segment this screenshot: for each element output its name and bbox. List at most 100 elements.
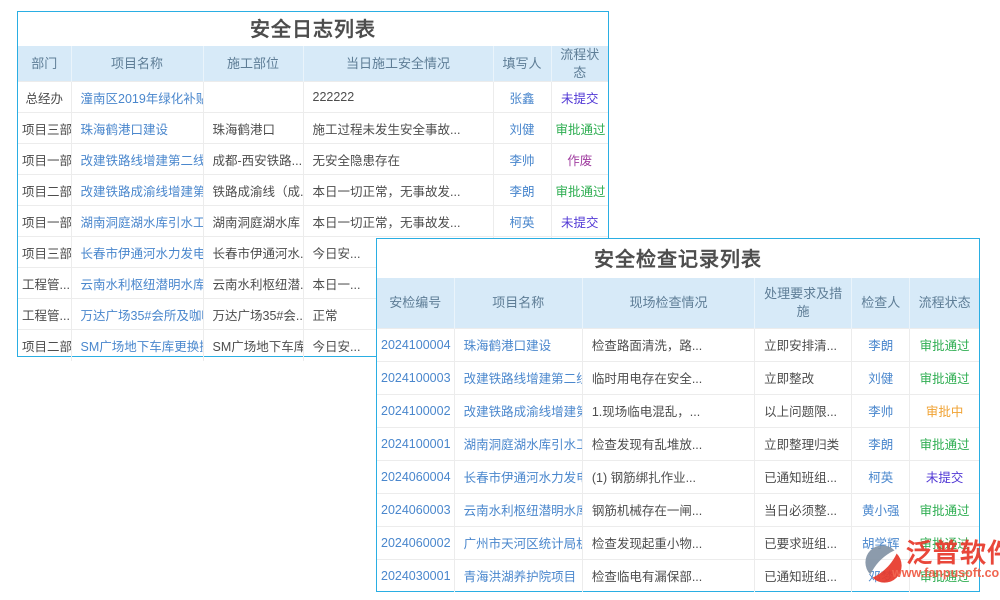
link-cell[interactable]: 张鑫 <box>493 82 551 113</box>
text-cell: 钢筋机械存在一闸... <box>582 493 754 526</box>
link-cell[interactable]: 2024100002 <box>377 394 454 427</box>
table-row[interactable]: 2024100003改建铁路线增建第二线...临时用电存在安全...立即整改刘健… <box>377 361 979 394</box>
text-cell: 立即安排清... <box>755 328 852 361</box>
text-cell: 1.现场临电混乱，... <box>582 394 754 427</box>
text-cell: (1) 钢筋绑扎作业... <box>582 460 754 493</box>
link-cell[interactable]: 珠海鹤港口建设 <box>71 113 203 144</box>
text-cell: 本日一切正常，无事故发... <box>303 206 493 237</box>
link-cell[interactable]: 2024060003 <box>377 493 454 526</box>
link-cell[interactable]: 青海洪湖养护院项目 <box>454 559 582 592</box>
text-cell: 检查临电有漏保部... <box>582 559 754 592</box>
text-cell: 临时用电存在安全... <box>582 361 754 394</box>
text-cell: 检查路面清洗，路... <box>582 328 754 361</box>
link-cell[interactable]: 改建铁路线增建第二线... <box>454 361 582 394</box>
column-header: 现场检查情况 <box>582 278 754 328</box>
text-cell <box>203 82 303 113</box>
column-header: 部门 <box>18 46 71 82</box>
table-row[interactable]: 2024060004长春市伊通河水力发电...(1) 钢筋绑扎作业...已通知班… <box>377 460 979 493</box>
link-cell[interactable]: 2024060002 <box>377 526 454 559</box>
text-cell: 当日必须整... <box>755 493 852 526</box>
link-cell[interactable]: SM广场地下车库更换摄... <box>71 330 203 361</box>
table-row[interactable]: 项目一部湖南洞庭湖水库引水工程...湖南洞庭湖水库本日一切正常，无事故发...柯… <box>18 206 608 237</box>
link-cell[interactable]: 2024100001 <box>377 427 454 460</box>
status-cell: 审批通过 <box>910 427 979 460</box>
text-cell: 铁路成渝线（成... <box>203 175 303 206</box>
link-cell[interactable]: 2024100003 <box>377 361 454 394</box>
safety-log-title: 安全日志列表 <box>18 12 608 46</box>
link-cell[interactable]: 李帅 <box>493 144 551 175</box>
link-cell[interactable]: 长春市伊通河水力发电... <box>454 460 582 493</box>
text-cell: 检查发现起重小物... <box>582 526 754 559</box>
table-row[interactable]: 2024060003云南水利枢纽潜明水库...钢筋机械存在一闸...当日必须整.… <box>377 493 979 526</box>
table-row[interactable]: 2024100001湖南洞庭湖水库引水工...检查发现有乱堆放...立即整理归类… <box>377 427 979 460</box>
link-cell[interactable]: 珠海鹤港口建设 <box>454 328 582 361</box>
table-row[interactable]: 项目三部珠海鹤港口建设珠海鹤港口施工过程未发生安全事故...刘健审批通过 <box>18 113 608 144</box>
status-cell: 未提交 <box>551 82 608 113</box>
text-cell: 项目三部 <box>18 113 71 144</box>
link-cell[interactable]: 李朗 <box>852 427 910 460</box>
link-cell[interactable]: 潼南区2019年绿化补贴项... <box>71 82 203 113</box>
table-row[interactable]: 项目一部改建铁路线增建第二线直...成都-西安铁路...无安全隐患存在李帅作废 <box>18 144 608 175</box>
link-cell[interactable]: 柯英 <box>852 460 910 493</box>
status-cell: 审批通过 <box>910 328 979 361</box>
table-row[interactable]: 2024100004珠海鹤港口建设检查路面清洗，路...立即安排清...李朗审批… <box>377 328 979 361</box>
status-cell: 审批中 <box>910 394 979 427</box>
table-row[interactable]: 2024060002广州市天河区统计局机...检查发现起重小物...已要求班组.… <box>377 526 979 559</box>
link-cell[interactable]: 黄小强 <box>852 493 910 526</box>
link-cell[interactable]: 万达广场35#会所及咖啡... <box>71 299 203 330</box>
link-cell[interactable]: 长春市伊通河水力发电厂... <box>71 237 203 268</box>
link-cell[interactable]: 云南水利枢纽潜明水库一... <box>71 268 203 299</box>
column-header: 项目名称 <box>454 278 582 328</box>
link-cell[interactable]: 云南水利枢纽潜明水库... <box>454 493 582 526</box>
link-cell[interactable]: 改建铁路线增建第二线直... <box>71 144 203 175</box>
text-cell: 工程管... <box>18 299 71 330</box>
table-row[interactable]: 2024100002改建铁路成渝线增建第...1.现场临电混乱，...以上问题限… <box>377 394 979 427</box>
text-cell: 本日一切正常，无事故发... <box>303 175 493 206</box>
text-cell: 万达广场35#会... <box>203 299 303 330</box>
status-cell: 未提交 <box>910 460 979 493</box>
table-row[interactable]: 2024030001青海洪湖养护院项目检查临电有漏保部...已通知班组...邓梦… <box>377 559 979 592</box>
link-cell[interactable]: 2024060004 <box>377 460 454 493</box>
status-cell: 审批通过 <box>910 559 979 592</box>
column-header: 当日施工安全情况 <box>303 46 493 82</box>
link-cell[interactable]: 李朗 <box>852 328 910 361</box>
link-cell[interactable]: 改建铁路成渝线增建第二... <box>71 175 203 206</box>
link-cell[interactable]: 广州市天河区统计局机... <box>454 526 582 559</box>
status-cell: 审批通过 <box>551 113 608 144</box>
status-cell: 审批通过 <box>910 493 979 526</box>
text-cell: 总经办 <box>18 82 71 113</box>
safety-check-table: 安检编号项目名称现场检查情况处理要求及措施检查人流程状态 2024100004珠… <box>377 278 979 592</box>
link-cell[interactable]: 刘健 <box>852 361 910 394</box>
safety-log-header-row: 部门项目名称施工部位当日施工安全情况填写人流程状态 <box>18 46 608 82</box>
link-cell[interactable]: 2024030001 <box>377 559 454 592</box>
table-row[interactable]: 项目二部改建铁路成渝线增建第二...铁路成渝线（成...本日一切正常，无事故发.… <box>18 175 608 206</box>
text-cell: 项目一部 <box>18 206 71 237</box>
safety-check-header-row: 安检编号项目名称现场检查情况处理要求及措施检查人流程状态 <box>377 278 979 328</box>
link-cell[interactable]: 湖南洞庭湖水库引水工... <box>454 427 582 460</box>
text-cell: 项目二部 <box>18 330 71 361</box>
table-row[interactable]: 总经办潼南区2019年绿化补贴项... 222222张鑫未提交 <box>18 82 608 113</box>
column-header: 施工部位 <box>203 46 303 82</box>
status-cell: 作废 <box>551 144 608 175</box>
column-header: 处理要求及措施 <box>755 278 852 328</box>
text-cell: SM广场地下车库 <box>203 330 303 361</box>
link-cell[interactable]: 湖南洞庭湖水库引水工程... <box>71 206 203 237</box>
link-cell[interactable]: 刘健 <box>493 113 551 144</box>
link-cell[interactable]: 邓梦 <box>852 559 910 592</box>
text-cell: 已通知班组... <box>755 559 852 592</box>
status-cell: 审批通过 <box>551 175 608 206</box>
text-cell: 已要求班组... <box>755 526 852 559</box>
link-cell[interactable]: 胡学辉 <box>852 526 910 559</box>
link-cell[interactable]: 李朗 <box>493 175 551 206</box>
status-cell: 未提交 <box>551 206 608 237</box>
text-cell: 222222 <box>303 82 493 113</box>
status-cell: 审批通过 <box>910 526 979 559</box>
text-cell: 以上问题限... <box>755 394 852 427</box>
link-cell[interactable]: 2024100004 <box>377 328 454 361</box>
status-cell: 审批通过 <box>910 361 979 394</box>
text-cell: 项目三部 <box>18 237 71 268</box>
link-cell[interactable]: 改建铁路成渝线增建第... <box>454 394 582 427</box>
link-cell[interactable]: 柯英 <box>493 206 551 237</box>
link-cell[interactable]: 李帅 <box>852 394 910 427</box>
column-header: 检查人 <box>852 278 910 328</box>
